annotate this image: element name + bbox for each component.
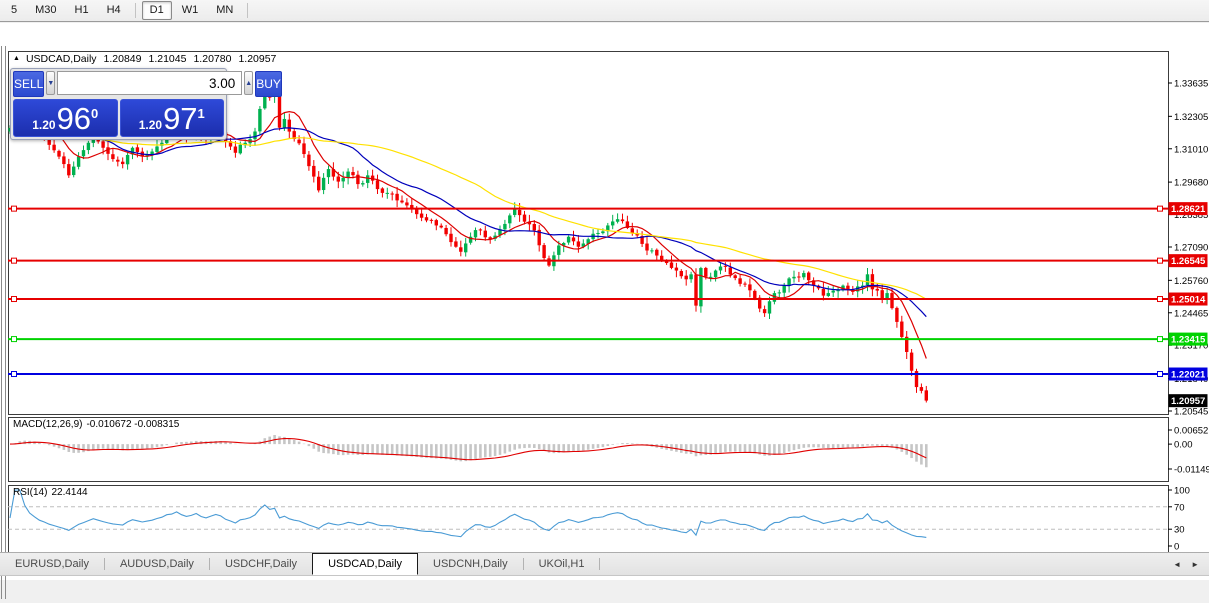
svg-text:100: 100	[1174, 486, 1190, 497]
svg-text:1.25014: 1.25014	[1171, 295, 1206, 306]
one-click-trade-panel: SELL ▼ ▲ BUY 1.20 96 0 1.20 97 1	[10, 68, 282, 140]
sell-price-prefix: 1.20	[32, 118, 56, 132]
svg-text:-0.01149: -0.01149	[1174, 465, 1209, 476]
macd-values: -0.010672 -0.008315	[86, 419, 180, 430]
chart-window: 1.33635 1.32305 1.31010 1.29680 1.28385 1.270…	[0, 23, 1209, 599]
toolbar-separator	[134, 3, 136, 18]
timeframe-button-m30[interactable]: M30	[27, 1, 64, 20]
svg-text:1.32305: 1.32305	[1174, 112, 1208, 123]
timeframe-button-mn[interactable]: MN	[208, 1, 241, 20]
rsi-value: 22.4144	[51, 487, 88, 498]
sell-price-pip: 0	[91, 106, 99, 121]
sell-button[interactable]: SELL	[13, 71, 45, 97]
chart-symbol: USDCAD,Daily	[25, 53, 97, 65]
buy-button[interactable]: BUY	[255, 71, 282, 97]
tabs-scroll-left-icon[interactable]: ◄	[1173, 560, 1181, 569]
tab-ukoil-h1[interactable]: UKOil,H1	[524, 553, 600, 575]
chart-tab-bar: EURUSD,Daily AUDUSD,Daily USDCHF,Daily USDC…	[0, 552, 1209, 576]
sell-price-panel[interactable]: 1.20 96 0	[13, 99, 118, 137]
tab-separator	[599, 558, 601, 570]
timeframe-toolbar: 5 M30 H1 H4 D1 W1 MN	[0, 0, 1209, 22]
ohlc-open: 1.20849	[103, 53, 142, 65]
svg-text:0.00: 0.00	[1174, 440, 1193, 451]
chart-title: ▲ USDCAD,Daily 1.20849 1.21045 1.20780 1…	[13, 53, 276, 65]
price-level-label: 1.23415	[1168, 332, 1208, 346]
svg-text:1.25760: 1.25760	[1174, 276, 1208, 287]
toolbar-separator	[247, 3, 249, 18]
tab-audusd-daily[interactable]: AUDUSD,Daily	[105, 553, 209, 575]
tab-usdchf-daily[interactable]: USDCHF,Daily	[210, 553, 312, 575]
buy-price-prefix: 1.20	[138, 118, 163, 132]
macd-name: MACD(12,26,9)	[13, 419, 83, 430]
svg-text:1.33635: 1.33635	[1174, 79, 1208, 90]
tabs-scroll-right-icon[interactable]: ►	[1191, 560, 1199, 569]
svg-text:0: 0	[1174, 542, 1179, 553]
timeframe-button-w1[interactable]: W1	[174, 1, 207, 20]
timeframe-button-h1[interactable]: H1	[67, 1, 97, 20]
price-level-label: 1.22021	[1168, 367, 1208, 381]
volume-increase-button[interactable]: ▲	[244, 71, 254, 95]
chevron-up-icon: ▲	[245, 79, 253, 87]
svg-text:1.28621: 1.28621	[1171, 204, 1206, 215]
buy-price-main: 97	[163, 101, 198, 136]
svg-text:1.31010: 1.31010	[1174, 144, 1208, 155]
sell-price-main: 96	[56, 101, 92, 136]
tab-usdcad-daily[interactable]: USDCAD,Daily	[312, 553, 419, 575]
svg-text:1.26545: 1.26545	[1171, 256, 1206, 267]
rsi-indicator-label: RSI(14) 22.4144	[13, 487, 88, 498]
svg-text:1.20545: 1.20545	[1174, 407, 1208, 418]
ohlc-close: 1.20957	[238, 53, 277, 65]
ohlc-low: 1.20780	[193, 53, 232, 65]
buy-price-pip: 1	[197, 106, 205, 121]
chevron-down-icon: ▼	[47, 79, 55, 87]
volume-decrease-button[interactable]: ▼	[46, 71, 56, 95]
price-level-label: 1.25014	[1168, 292, 1208, 306]
svg-text:30: 30	[1174, 525, 1185, 536]
svg-text:1.27090: 1.27090	[1174, 243, 1208, 254]
tab-eurusd-daily[interactable]: EURUSD,Daily	[0, 553, 104, 575]
ohlc-high: 1.21045	[148, 53, 187, 65]
buy-price-panel[interactable]: 1.20 97 1	[119, 99, 224, 137]
svg-text:1.24465: 1.24465	[1174, 308, 1208, 319]
svg-text:1.20957: 1.20957	[1171, 396, 1205, 407]
volume-input[interactable]	[57, 71, 243, 95]
svg-text:1.23415: 1.23415	[1171, 335, 1206, 346]
timeframe-button-5[interactable]: 5	[3, 1, 25, 20]
symbol-marker-icon: ▲	[13, 54, 20, 62]
macd-indicator-label: MACD(12,26,9) -0.010672 -0.008315	[13, 419, 179, 430]
rsi-name: RSI(14)	[13, 487, 48, 498]
price-level-label: 1.28621	[1168, 202, 1208, 216]
timeframe-button-d1[interactable]: D1	[141, 1, 172, 20]
current-price-label: 1.20957	[1168, 394, 1208, 408]
price-level-label: 1.26545	[1168, 254, 1208, 268]
timeframe-button-h4[interactable]: H4	[99, 1, 129, 20]
tab-usdcnh-daily[interactable]: USDCNH,Daily	[418, 553, 523, 575]
svg-text:70: 70	[1174, 502, 1185, 513]
svg-text:1.22021: 1.22021	[1171, 370, 1206, 381]
svg-text:1.29680: 1.29680	[1174, 178, 1208, 189]
svg-text:0.006521: 0.006521	[1174, 426, 1209, 437]
